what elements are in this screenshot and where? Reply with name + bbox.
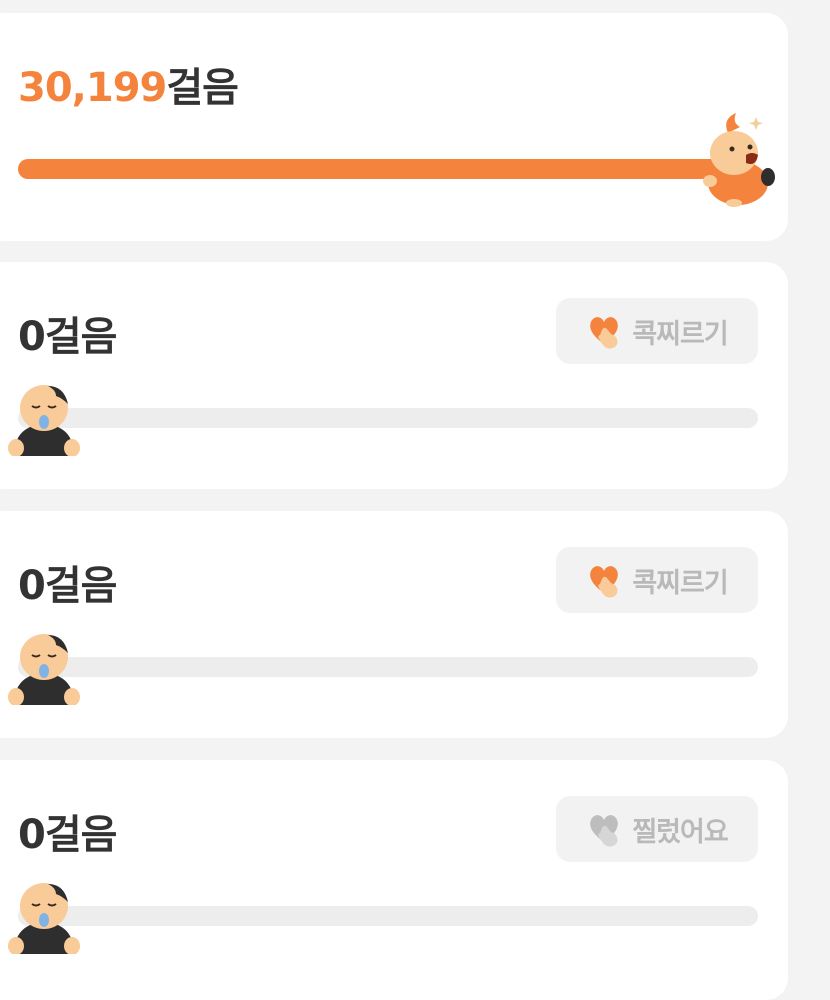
- progress-fill: [18, 159, 730, 179]
- poke-button-label: 콕찌르기: [632, 567, 728, 598]
- poked-button[interactable]: 찔렀어요: [556, 796, 758, 862]
- step-count: 30,199걸음: [18, 65, 239, 111]
- step-count-number: 30,199: [18, 65, 167, 111]
- step-count: 0걸음: [18, 812, 117, 858]
- step-card-2: 0걸음 콕찌르기: [0, 262, 788, 489]
- step-count-unit: 걸음: [166, 65, 239, 111]
- poke-button[interactable]: 콕찌르기: [556, 298, 758, 364]
- poked-button-label: 찔렀어요: [632, 816, 728, 847]
- progress-track: [18, 657, 758, 677]
- poke-heart-hand-icon: [590, 566, 619, 598]
- step-card-1: 30,199걸음: [0, 13, 788, 241]
- sleeping-mascot-icon: [8, 385, 80, 456]
- progress-track: [18, 906, 758, 926]
- sleeping-mascot-icon: [8, 883, 80, 954]
- step-card-3: 0걸음 콕찌르기: [0, 511, 788, 738]
- poke-heart-hand-icon: [590, 317, 619, 349]
- progress-track: [18, 159, 730, 179]
- step-card-4: 0걸음 찔렀어요: [0, 760, 788, 1000]
- poke-button-label: 콕찌르기: [632, 318, 728, 349]
- step-count: 0걸음: [18, 563, 117, 609]
- step-count: 0걸음: [18, 314, 117, 360]
- progress-track: [18, 408, 758, 428]
- poke-heart-hand-icon: [590, 815, 619, 847]
- poke-button[interactable]: 콕찌르기: [556, 547, 758, 613]
- sleeping-mascot-icon: [8, 634, 80, 705]
- happy-orange-mascot-icon: [703, 113, 775, 207]
